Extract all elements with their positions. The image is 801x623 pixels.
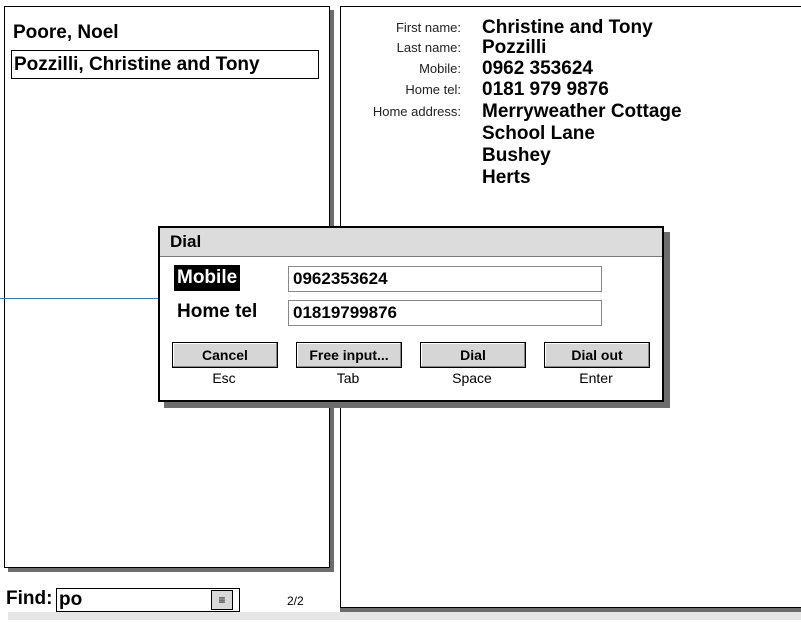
free-input-button[interactable]: Free input... bbox=[296, 342, 402, 368]
dial-button[interactable]: Dial bbox=[420, 342, 526, 368]
address-line-3: Bushey bbox=[482, 145, 551, 166]
bottom-shadow bbox=[8, 612, 801, 620]
home-address-label: Home address: bbox=[372, 104, 461, 119]
dial-dialog: Dial Mobile 0962353624 Home tel 01819799… bbox=[158, 226, 664, 402]
find-label: Find: bbox=[6, 588, 53, 609]
dialog-home-tel-row[interactable]: Home tel 01819799876 bbox=[170, 299, 650, 326]
last-name-value: Pozzilli bbox=[482, 37, 547, 58]
address-row-4: Herts bbox=[341, 167, 801, 189]
mobile-value: 0962 353624 bbox=[482, 58, 593, 79]
address-row-2: School Lane bbox=[341, 123, 801, 145]
cancel-button[interactable]: Cancel bbox=[172, 342, 278, 368]
first-name-value: Christine and Tony bbox=[482, 17, 653, 38]
address-line-4: Herts bbox=[482, 167, 531, 188]
dialog-title: Dial bbox=[160, 228, 662, 257]
home-tel-value: 0181 979 9876 bbox=[482, 79, 609, 100]
dial-out-button[interactable]: Dial out bbox=[544, 342, 650, 368]
address-line-1: Merryweather Cottage bbox=[482, 101, 682, 122]
last-name-row: Last name: Pozzilli bbox=[341, 37, 801, 59]
address-row-3: Bushey bbox=[341, 145, 801, 167]
first-name-row: First name: Christine and Tony bbox=[341, 17, 801, 39]
first-name-label: First name: bbox=[395, 20, 461, 35]
dialog-mobile-row[interactable]: Mobile 0962353624 bbox=[170, 265, 650, 292]
find-match-count: 2/2 bbox=[287, 594, 304, 608]
dial-out-shortcut: Enter bbox=[579, 370, 613, 386]
last-name-label: Last name: bbox=[396, 40, 461, 55]
dialog-home-tel-label[interactable]: Home tel bbox=[174, 299, 260, 325]
contact-item-pozzilli-selected[interactable]: Pozzilli, Christine and Tony bbox=[11, 50, 319, 79]
home-address-row: Home address: Merryweather Cottage bbox=[341, 101, 801, 123]
mobile-row: Mobile: 0962 353624 bbox=[341, 58, 801, 80]
cancel-shortcut: Esc bbox=[212, 370, 236, 386]
home-tel-row: Home tel: 0181 979 9876 bbox=[341, 79, 801, 101]
free-input-shortcut: Tab bbox=[336, 370, 360, 386]
address-line-2: School Lane bbox=[482, 123, 595, 144]
contact-item-poore[interactable]: Poore, Noel bbox=[11, 19, 119, 46]
list-icon[interactable]: ≡ bbox=[211, 590, 233, 610]
dial-shortcut: Space bbox=[452, 370, 492, 386]
home-tel-label: Home tel: bbox=[405, 82, 461, 97]
callout-line bbox=[0, 298, 160, 299]
dialog-mobile-field[interactable]: 0962353624 bbox=[288, 266, 602, 292]
dialog-home-tel-field[interactable]: 01819799876 bbox=[288, 300, 602, 326]
mobile-label: Mobile: bbox=[419, 61, 461, 76]
find-bar: Find: po ≡ 2/2 bbox=[4, 580, 334, 612]
dialog-mobile-label[interactable]: Mobile bbox=[174, 265, 241, 291]
